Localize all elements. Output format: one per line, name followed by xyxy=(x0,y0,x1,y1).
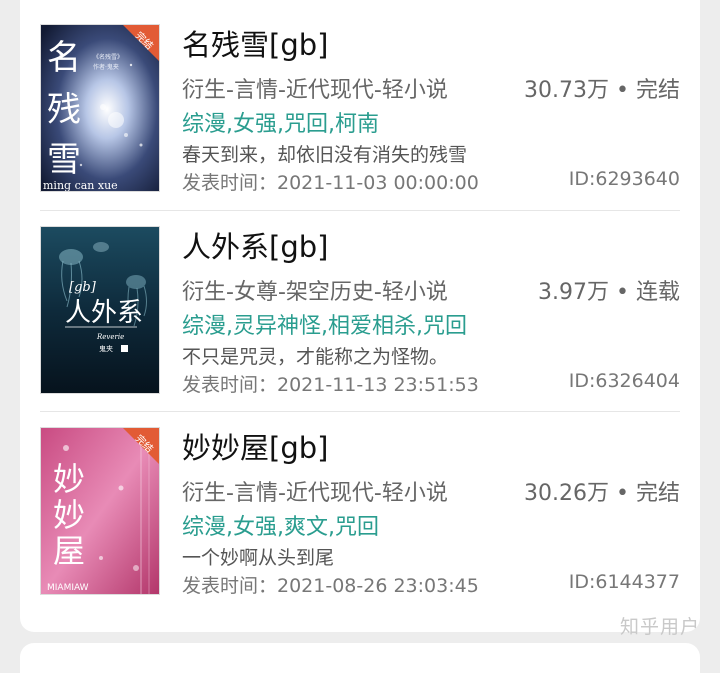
svg-text:[gb]: [gb] xyxy=(69,280,97,295)
watermark: 知乎用户 xyxy=(619,616,700,638)
book-item-1[interactable]: 名 残 雪 《名残雪》 作者·鬼夹 ming can xue 完结 名残雪[gb… xyxy=(40,14,680,214)
book-publish-date: 发表时间：2021-11-13 23:51:53 xyxy=(182,374,479,396)
book-summary: 春天到来，却依旧没有消失的残雪 xyxy=(182,144,468,166)
svg-text:Reverie: Reverie xyxy=(96,333,124,341)
book-tags[interactable]: 综漫,女强,爽文,咒回 xyxy=(182,509,379,541)
next-card-edge xyxy=(20,643,700,673)
cover-title-char-3: 雪 xyxy=(47,140,81,180)
book-tags[interactable]: 综漫,女强,咒回,柯南 xyxy=(182,106,379,138)
book-summary: 一个妙啊从头到尾 xyxy=(182,547,335,569)
cover-title-char-1: 名 xyxy=(47,38,81,78)
divider xyxy=(40,411,680,412)
book-publish-date: 发表时间：2021-08-26 23:03:45 xyxy=(182,575,479,597)
book-cover-1[interactable]: 名 残 雪 《名残雪》 作者·鬼夹 ming can xue 完结 xyxy=(40,24,160,192)
book-cover-3[interactable]: 妙 妙 屋 MIAMIAW 完结 xyxy=(40,427,160,595)
cover-title-char-2: 妙 xyxy=(53,496,85,534)
book-stats: 3.97万 • 连载 xyxy=(538,280,680,305)
svg-text:鬼夹: 鬼夹 xyxy=(99,344,113,353)
book-publish-date: 发表时间：2021-11-03 00:00:00 xyxy=(182,172,479,194)
book-title[interactable]: 名残雪[gb] xyxy=(182,22,328,64)
svg-text:《名残雪》: 《名残雪》 xyxy=(93,53,123,61)
book-id: ID:6326404 xyxy=(568,370,680,392)
svg-text:MIAMIAW: MIAMIAW xyxy=(47,583,89,593)
cover-art-1: 名 残 雪 《名残雪》 作者·鬼夹 ming can xue 完结 xyxy=(41,25,159,192)
book-category: 衍生-言情-近代现代-轻小说 xyxy=(182,78,448,103)
book-tags[interactable]: 综漫,灵异神怪,相爱相杀,咒回 xyxy=(182,308,467,340)
cover-title: 人外系 xyxy=(65,298,143,328)
cover-art-2: [gb] 人外系 Reverie 鬼夹 xyxy=(41,227,159,393)
book-cover-2[interactable]: [gb] 人外系 Reverie 鬼夹 xyxy=(40,226,160,394)
book-id: ID:6293640 xyxy=(568,168,680,190)
book-title[interactable]: 人外系[gb] xyxy=(182,224,328,266)
book-category: 衍生-言情-近代现代-轻小说 xyxy=(182,481,448,506)
book-category: 衍生-女尊-架空历史-轻小说 xyxy=(182,280,448,305)
book-title[interactable]: 妙妙屋[gb] xyxy=(182,425,328,467)
book-item-3[interactable]: 妙 妙 屋 MIAMIAW 完结 妙妙屋[gb] 衍生-言情-近代现代-轻小说 … xyxy=(40,417,680,617)
book-id: ID:6144377 xyxy=(568,571,680,593)
divider xyxy=(40,210,680,211)
book-stats: 30.26万 • 完结 xyxy=(524,481,680,506)
cover-title-char-3: 屋 xyxy=(53,532,85,570)
book-summary: 不只是咒灵，才能称之为怪物。 xyxy=(182,346,449,368)
svg-text:ming can xue: ming can xue xyxy=(43,179,118,192)
svg-text:作者·鬼夹: 作者·鬼夹 xyxy=(93,63,119,71)
cover-title-char-1: 妙 xyxy=(53,460,85,498)
cover-art-3: 妙 妙 屋 MIAMIAW 完结 xyxy=(41,428,159,594)
book-stats: 30.73万 • 完结 xyxy=(524,78,680,103)
cover-title-char-2: 残 xyxy=(47,90,81,130)
book-item-2[interactable]: [gb] 人外系 Reverie 鬼夹 人外系[gb] 衍生-女尊-架空历史-轻… xyxy=(40,216,680,416)
